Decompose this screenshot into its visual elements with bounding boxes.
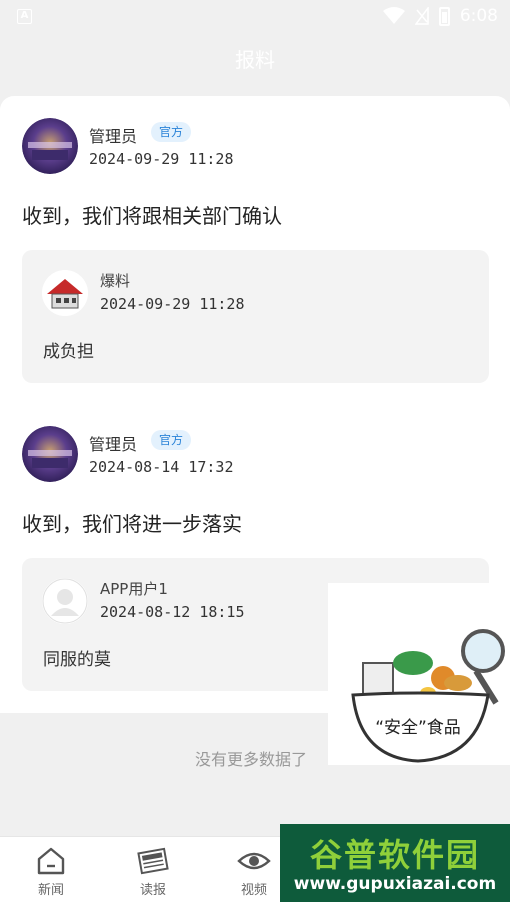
tab-news[interactable]: 新闻 (21, 847, 81, 898)
report-text: 成负担 (43, 342, 94, 362)
status-bar: A 6:08 (0, 0, 510, 34)
reporter-name: 爆料 (100, 272, 131, 290)
tab-newspaper[interactable]: 读报 (123, 847, 183, 898)
comment-date: 2024-09-29 11:28 (89, 150, 234, 168)
comment-date: 2024-08-14 17:32 (89, 458, 234, 476)
tab-label: 读报 (139, 883, 166, 898)
reporter-avatar (42, 270, 88, 316)
report-date: 2024-09-29 11:28 (100, 295, 245, 313)
quoted-report[interactable]: 爆料 2024-09-29 11:28 成负担 (22, 250, 489, 383)
report-date: 2024-08-12 18:15 (100, 603, 245, 621)
watermark-url: www.gupuxiazai.com (293, 874, 497, 894)
site-watermark: 谷普软件园 www.gupuxiazai.com (280, 824, 510, 902)
wifi-icon (382, 7, 405, 24)
no-more-data-text: 没有更多数据了 (195, 750, 308, 769)
page-title: 报料 (235, 48, 275, 72)
home-icon (37, 847, 65, 875)
author-name: 管理员 (89, 127, 138, 146)
tab-label: 视频 (240, 883, 267, 898)
status-time: 6:08 (459, 6, 498, 26)
signal-icon (414, 7, 429, 25)
tab-label: 新闻 (37, 883, 64, 898)
admin-avatar[interactable] (22, 426, 78, 482)
official-badge: 官方 (151, 430, 191, 450)
comment-text: 收到，我们将跟相关部门确认 (22, 204, 282, 228)
food-safety-ad[interactable]: “安全”食品 (328, 583, 510, 765)
user-default-avatar (42, 578, 88, 624)
admin-avatar[interactable] (22, 118, 78, 174)
author-name: 管理员 (89, 435, 138, 454)
battery-icon (438, 6, 450, 26)
reporter-name: APP用户1 (100, 580, 168, 598)
newspaper-icon (137, 847, 169, 875)
tab-video[interactable]: 视频 (224, 847, 284, 898)
comment-text: 收到，我们将进一步落实 (22, 512, 242, 536)
official-badge: 官方 (151, 122, 191, 142)
ad-label: “安全”食品 (375, 718, 461, 738)
watermark-title: 谷普软件园 (309, 836, 480, 874)
eye-icon (237, 852, 271, 870)
notification-a-icon: A (17, 9, 32, 24)
report-text: 同服的莫 (43, 650, 111, 670)
